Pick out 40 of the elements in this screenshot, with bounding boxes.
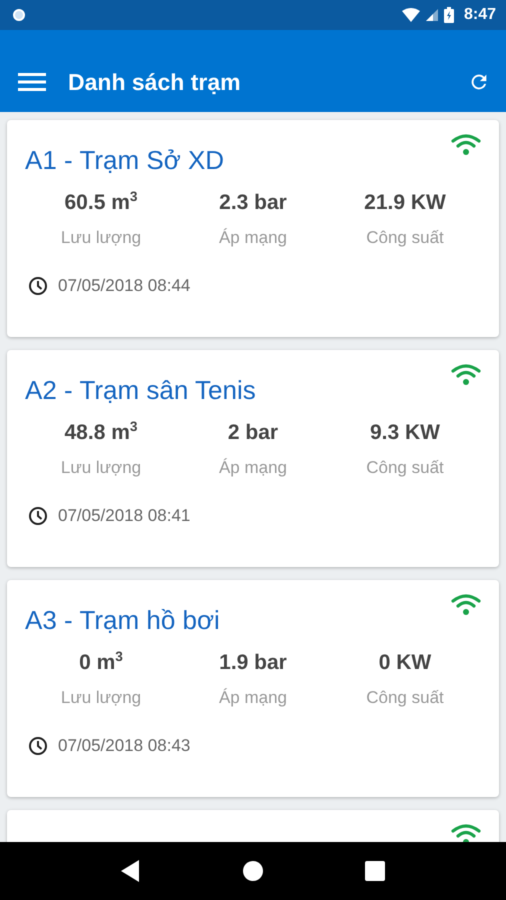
- home-icon[interactable]: [242, 860, 264, 882]
- update-time: 07/05/2018 08:43: [58, 736, 190, 756]
- stat-value: 60.5 m$^{3}$: [64, 190, 138, 216]
- stat-value: 0 m$^{3}$: [79, 650, 123, 676]
- clock-icon: [28, 736, 48, 756]
- stat-label: Áp mạng: [218, 458, 288, 478]
- stat-value: 0 KW: [378, 650, 432, 676]
- stat-value: 48.8 m$^{3}$: [64, 420, 138, 446]
- stat-label: Áp mạng: [218, 228, 288, 248]
- clock-time: 8:47: [464, 6, 496, 24]
- station-name: A2 - Trạm sân Tenis: [25, 375, 256, 406]
- stat-label: Công suất: [366, 458, 444, 478]
- notification-icon: [13, 9, 25, 21]
- stat-label: Lưu lượng: [60, 228, 142, 248]
- signal-icon: [426, 9, 438, 21]
- station-card[interactable]: A1 - Trạm Sở XD 60.5 m$^{3}$ Lưu lượng 2.3 bar Áp mạng 21.9 KW Công suất 07/05/2018 08:44: [7, 120, 499, 337]
- back-icon[interactable]: [120, 860, 141, 882]
- stat-value: 2.3 bar: [219, 190, 287, 216]
- stat-label: Công suất: [366, 228, 444, 248]
- recents-icon[interactable]: [365, 861, 386, 881]
- clock-icon: [28, 276, 48, 296]
- station-card[interactable]: A2 - Trạm sân Tenis 48.8 m$^{3}$ Lưu lượng 2 bar Áp mạng 9.3 KW Công suất 07/05/2018 08:41: [7, 350, 499, 567]
- stat-value: 21.9 KW: [364, 190, 446, 216]
- clock-icon: [28, 506, 48, 526]
- station-name: A1 - Trạm Sở XD: [25, 145, 224, 176]
- stat-label: Áp mạng: [218, 688, 288, 708]
- menu-icon[interactable]: [18, 72, 46, 92]
- stat-value: 9.3 KW: [370, 420, 440, 446]
- update-time: 07/05/2018 08:41: [58, 506, 190, 526]
- stat-label: Lưu lượng: [60, 458, 142, 478]
- station-card[interactable]: A3 - Trạm hồ bơi 0 m$^{3}$ Lưu lượng 1.9 bar Áp mạng 0 KW Công suất 07/05/2018 08:43: [7, 580, 499, 797]
- update-time: 07/05/2018 08:44: [58, 276, 190, 296]
- screen-title: Danh sách trạm: [68, 68, 242, 96]
- stat-value: 1.9 bar: [219, 650, 287, 676]
- station-name: A3 - Trạm hồ bơi: [25, 605, 220, 636]
- battery-icon: [444, 7, 454, 23]
- stat-label: Công suất: [366, 688, 444, 708]
- wifi-icon: [402, 8, 420, 22]
- stat-value: 2 bar: [228, 420, 278, 446]
- stat-label: Lưu lượng: [60, 688, 142, 708]
